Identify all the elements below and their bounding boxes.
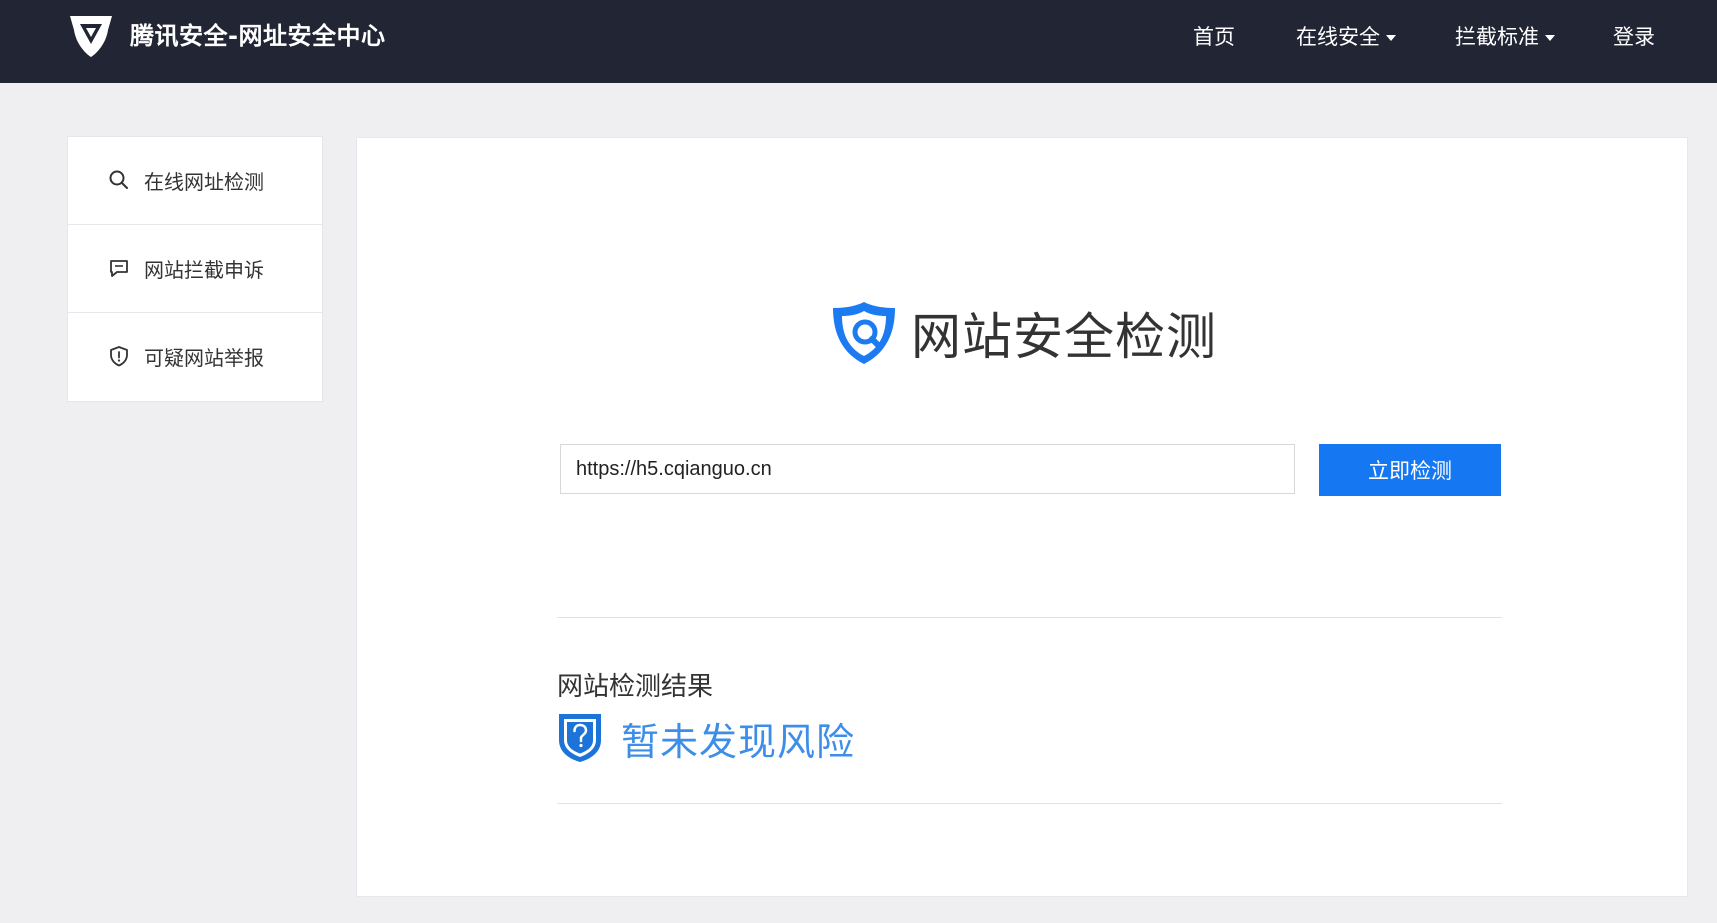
main-panel: 网站安全检测 立即检测 网站检测结果 暂未发现风险: [356, 137, 1688, 897]
nav-login-label: 登录: [1613, 25, 1655, 49]
sidebar-item-report[interactable]: 可疑网站举报: [68, 312, 322, 399]
url-input[interactable]: [560, 444, 1295, 494]
check-now-button[interactable]: 立即检测: [1319, 444, 1501, 496]
nav-block-standards[interactable]: 拦截标准: [1455, 20, 1555, 54]
nav-home[interactable]: 首页: [1193, 20, 1235, 54]
divider: [557, 617, 1502, 618]
caret-down-icon: [1545, 35, 1555, 41]
sidebar-item-url-check[interactable]: 在线网址检测: [68, 137, 322, 223]
nav-home-label: 首页: [1193, 25, 1235, 49]
result-status: 暂未发现风险: [557, 710, 855, 766]
result-heading: 网站检测结果: [557, 672, 714, 702]
sidebar-item-appeal[interactable]: 网站拦截申诉: [68, 224, 322, 311]
nav-block-standards-label: 拦截标准: [1455, 25, 1539, 49]
sidebar-item-label: 网站拦截申诉: [144, 257, 264, 282]
comment-icon: [110, 260, 128, 277]
result-status-text: 暂未发现风险: [621, 719, 856, 764]
sidebar-item-label: 在线网址检测: [144, 169, 264, 194]
sidebar-item-label: 可疑网站举报: [144, 345, 264, 370]
sidebar: 在线网址检测 网站拦截申诉 可疑网站举报: [67, 136, 323, 402]
shield-search-icon: [833, 302, 895, 364]
search-icon: [109, 170, 128, 189]
page-title: 网站安全检测: [911, 308, 1217, 366]
shield-question-icon: [559, 714, 601, 762]
caret-down-icon: [1386, 35, 1396, 41]
hero-header: 网站安全检测: [829, 293, 1217, 373]
divider: [557, 803, 1502, 804]
nav-login[interactable]: 登录: [1613, 20, 1655, 54]
shield-alert-icon: [110, 346, 128, 367]
site-brand-title[interactable]: 腾讯安全-网址安全中心: [130, 18, 385, 54]
top-nav-bar: 腾讯安全-网址安全中心 首页 在线安全 拦截标准 登录: [0, 0, 1717, 83]
tencent-security-logo-icon[interactable]: [66, 10, 116, 60]
nav-online-security[interactable]: 在线安全: [1296, 20, 1396, 54]
nav-online-security-label: 在线安全: [1296, 25, 1380, 49]
